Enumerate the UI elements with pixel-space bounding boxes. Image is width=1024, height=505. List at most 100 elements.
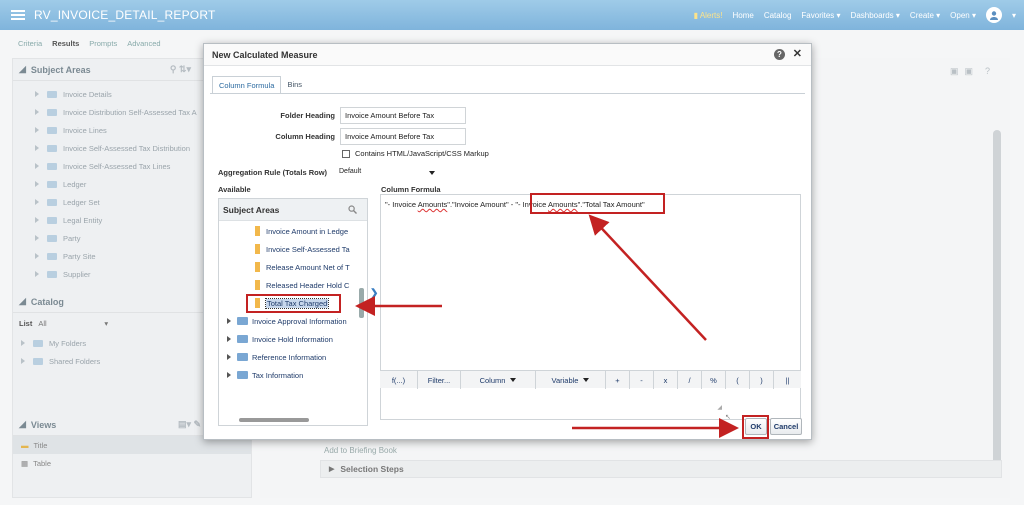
folder-item[interactable]: Invoice Approval Information bbox=[219, 312, 367, 330]
folder-icon bbox=[237, 335, 248, 343]
help-icon[interactable]: ? bbox=[985, 66, 990, 77]
open-paren-button[interactable]: ( bbox=[726, 371, 750, 389]
dialog-title: New Calculated Measure bbox=[212, 49, 318, 60]
chevron-down-icon bbox=[583, 378, 590, 382]
close-icon[interactable]: ✕ bbox=[793, 47, 802, 60]
horizontal-scrollbar[interactable] bbox=[239, 418, 309, 422]
folder-heading-label: Folder Heading bbox=[280, 111, 335, 120]
tab-prompts[interactable]: Prompts bbox=[89, 39, 117, 48]
multiply-button[interactable]: x bbox=[654, 371, 678, 389]
column-formula-label: Column Formula bbox=[381, 185, 441, 194]
chevron-down-icon[interactable]: ▾ bbox=[104, 319, 108, 328]
resize-handle-icon[interactable]: ◢ bbox=[717, 404, 722, 411]
folder-heading-input[interactable]: Invoice Amount Before Tax bbox=[340, 107, 466, 124]
search-icon[interactable]: ⚲ ⇅▾ bbox=[170, 64, 191, 75]
folder-icon bbox=[237, 317, 248, 325]
percent-button[interactable]: % bbox=[702, 371, 726, 389]
available-panel-title: Subject Areas bbox=[223, 204, 280, 215]
views-title: Views bbox=[30, 419, 57, 430]
vertical-scrollbar[interactable] bbox=[993, 130, 1001, 478]
tab-column-formula[interactable]: Column Formula bbox=[212, 76, 282, 94]
folder-icon bbox=[47, 144, 57, 152]
column-icon bbox=[255, 280, 260, 290]
collapse-icon[interactable]: ◢ bbox=[19, 64, 26, 75]
annotation-box-formula bbox=[530, 193, 665, 214]
folder-item[interactable]: Invoice Hold Information bbox=[219, 330, 367, 348]
home-link[interactable]: Home bbox=[732, 11, 753, 20]
annotation-box-ok bbox=[742, 415, 769, 439]
add-column-arrow-icon[interactable]: ❯ bbox=[370, 288, 378, 299]
scroll-thumb[interactable] bbox=[359, 288, 364, 318]
create-menu[interactable]: Create ▾ bbox=[910, 11, 940, 20]
available-label: Available bbox=[218, 185, 251, 194]
tab-divider bbox=[210, 93, 805, 94]
formula-toolbar: f(...) Filter... Column Variable + - x /… bbox=[380, 370, 801, 389]
aggregation-rule-select[interactable]: Default bbox=[337, 166, 437, 180]
alerts-link[interactable]: ▮ Alerts! bbox=[694, 11, 723, 20]
list-select[interactable]: All bbox=[38, 319, 98, 328]
column-item[interactable]: Release Amount Net of T bbox=[219, 258, 367, 276]
column-item[interactable]: Invoice Amount in Ledge bbox=[219, 222, 367, 240]
tab-bins[interactable]: Bins bbox=[281, 76, 308, 94]
folder-item[interactable]: Reference Information bbox=[219, 348, 367, 366]
tab-advanced[interactable]: Advanced bbox=[127, 39, 160, 48]
aggregation-rule-value: Default bbox=[339, 168, 362, 175]
favorites-menu[interactable]: Favorites ▾ bbox=[801, 11, 840, 20]
help-icon[interactable]: ? bbox=[774, 49, 785, 60]
subject-areas-title: Subject Areas bbox=[30, 64, 91, 75]
catalog-title: Catalog bbox=[30, 296, 64, 307]
top-bar: RV_INVOICE_DETAIL_REPORT ▮ Alerts! Home … bbox=[0, 0, 1024, 30]
folder-icon bbox=[47, 180, 57, 188]
save-icon[interactable]: ▣ bbox=[950, 66, 959, 77]
expand-icon[interactable]: ▶ bbox=[329, 465, 334, 473]
save-as-icon[interactable]: ▣ bbox=[964, 66, 973, 77]
add-to-briefing-book-link[interactable]: Add to Briefing Book bbox=[324, 446, 397, 455]
column-heading-input[interactable]: Invoice Amount Before Tax bbox=[340, 128, 466, 145]
folder-icon bbox=[33, 339, 43, 347]
app-menu-icon[interactable] bbox=[10, 7, 26, 23]
variable-button[interactable]: Variable bbox=[536, 371, 606, 389]
dashboards-menu[interactable]: Dashboards ▾ bbox=[851, 11, 900, 20]
aggregation-rule-label: Aggregation Rule (Totals Row) bbox=[218, 168, 328, 177]
new-calculated-measure-dialog: New Calculated Measure ? ✕ Column Formul… bbox=[203, 43, 812, 440]
editor-tabs: Criteria Results Prompts Advanced bbox=[18, 39, 161, 48]
search-icon[interactable] bbox=[348, 205, 357, 216]
folder-icon bbox=[47, 198, 57, 206]
column-item[interactable]: Released Header Hold C bbox=[219, 276, 367, 294]
available-scrollbar[interactable] bbox=[358, 223, 366, 423]
chart-icon[interactable]: ▤▾ ✎ bbox=[178, 419, 201, 430]
filter-button[interactable]: Filter... bbox=[418, 371, 461, 389]
selection-steps-panel[interactable]: ▶ Selection Steps bbox=[320, 460, 1002, 478]
column-button[interactable]: Column bbox=[461, 371, 536, 389]
concat-button[interactable]: || bbox=[774, 371, 801, 389]
divide-button[interactable]: / bbox=[678, 371, 702, 389]
open-menu[interactable]: Open ▾ bbox=[950, 11, 976, 20]
folder-icon bbox=[47, 216, 57, 224]
main-toolbar-icons: ▣ ▣ ? bbox=[950, 66, 990, 77]
user-avatar[interactable] bbox=[985, 7, 1002, 23]
tab-criteria[interactable]: Criteria bbox=[18, 39, 42, 48]
collapse-icon[interactable]: ◢ bbox=[19, 296, 26, 307]
collapse-icon[interactable]: ◢ bbox=[19, 419, 26, 430]
folder-icon bbox=[237, 353, 248, 361]
catalog-link[interactable]: Catalog bbox=[764, 11, 792, 20]
column-icon bbox=[255, 262, 260, 272]
function-button[interactable]: f(...) bbox=[380, 371, 418, 389]
markup-checkbox[interactable] bbox=[342, 150, 350, 158]
user-dropdown-icon[interactable]: ▾ bbox=[1012, 11, 1016, 20]
minus-button[interactable]: - bbox=[630, 371, 654, 389]
table-view-icon: ▦ bbox=[21, 458, 29, 468]
tab-results[interactable]: Results bbox=[52, 39, 79, 48]
plus-button[interactable]: + bbox=[606, 371, 630, 389]
folder-item[interactable]: Tax Information bbox=[219, 366, 367, 384]
view-item-table[interactable]: ▦ Table bbox=[13, 454, 251, 472]
report-title: RV_INVOICE_DETAIL_REPORT bbox=[34, 8, 216, 22]
list-label: List bbox=[19, 319, 33, 328]
folder-icon bbox=[47, 126, 57, 134]
close-paren-button[interactable]: ) bbox=[750, 371, 774, 389]
folder-icon bbox=[47, 162, 57, 170]
column-item[interactable]: Invoice Self-Assessed Ta bbox=[219, 240, 367, 258]
chevron-down-icon bbox=[510, 378, 517, 382]
cancel-button[interactable]: Cancel bbox=[770, 418, 802, 435]
column-icon bbox=[255, 244, 260, 254]
